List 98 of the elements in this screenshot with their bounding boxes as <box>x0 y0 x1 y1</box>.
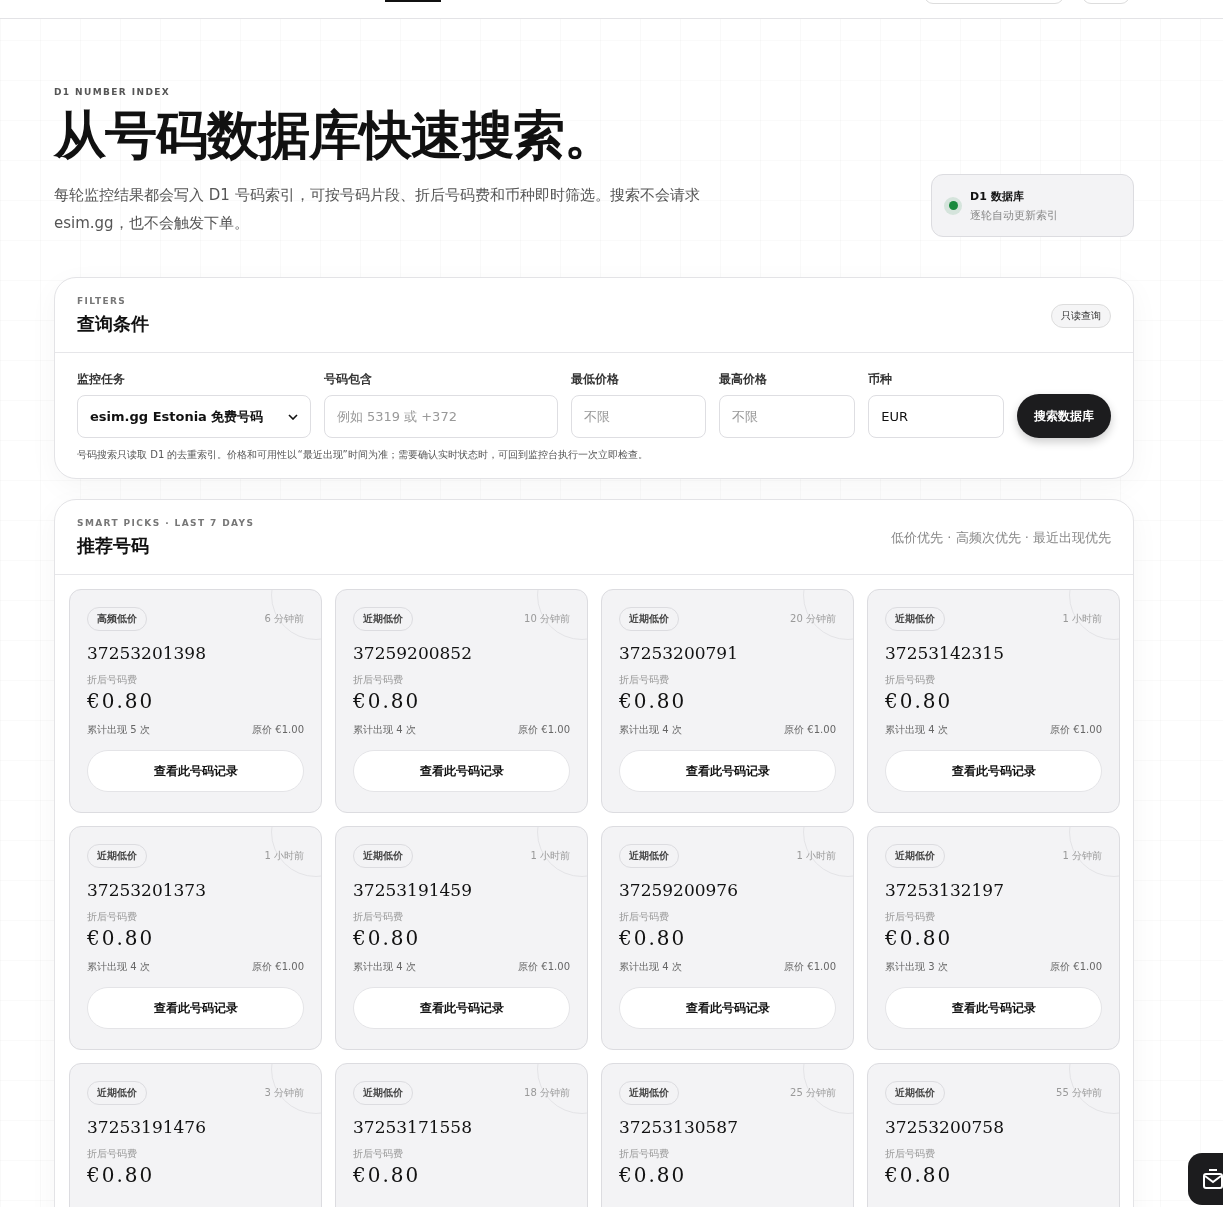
price: €0.80 <box>87 1163 156 1187</box>
price-label: 折后号码费 <box>353 673 404 687</box>
phone-number: 37253201373 <box>87 880 207 900</box>
time-ago: 10 分钟前 <box>524 612 570 626</box>
panel-title: 推荐号码 <box>77 534 150 558</box>
time-ago: 20 分钟前 <box>790 612 836 626</box>
occurrence-count: 累计出现 4 次 <box>87 960 150 974</box>
price: €0.80 <box>885 689 954 713</box>
nav-underline <box>385 0 441 2</box>
time-ago: 6 分钟前 <box>264 612 304 626</box>
price: €0.80 <box>87 689 156 713</box>
occurrence-count: 累计出现 5 次 <box>87 723 150 737</box>
input-field[interactable]: 例如 5319 或 +372 <box>323 395 558 438</box>
search-button[interactable]: 搜索数据库 <box>1017 394 1111 438</box>
time-ago: 1 分钟前 <box>1062 849 1102 863</box>
original-price: 原价 €1.00 <box>784 723 836 737</box>
panel-title: 查询条件 <box>77 312 149 336</box>
view-record-button[interactable]: 查看此号码记录 <box>619 750 836 792</box>
original-price: 原价 €1.00 <box>252 960 304 974</box>
occurrence-count: 累计出现 4 次 <box>353 960 416 974</box>
view-record-button[interactable]: 查看此号码记录 <box>885 987 1102 1029</box>
page-description: 每轮监控结果都会写入 D1 号码索引，可按号码片段、折后号码费和币种即时筛选。搜索不会请求 esim.gg，也不会触发下单。 <box>54 185 701 234</box>
price: €0.80 <box>885 926 954 950</box>
time-ago: 18 分钟前 <box>524 1086 570 1100</box>
time-ago: 25 分钟前 <box>790 1086 836 1100</box>
occurrence-count: 累计出现 4 次 <box>619 960 682 974</box>
phone-number: 37253132197 <box>885 880 1005 900</box>
search-hint: 号码搜索只读取 D1 的去重索引。价格和可用性以“最近出现”时间为准；需要确认实时状态时，可回到监控台执行一次立即检查。 <box>77 448 649 462</box>
view-record-button[interactable]: 查看此号码记录 <box>87 750 304 792</box>
occurrence-count: 累计出现 4 次 <box>353 723 416 737</box>
price-label: 折后号码费 <box>619 673 670 687</box>
time-ago: 1 小时前 <box>796 849 836 863</box>
view-record-button[interactable]: 查看此号码记录 <box>87 987 304 1029</box>
mail-icon <box>1202 1168 1223 1190</box>
view-record-button[interactable]: 查看此号码记录 <box>353 750 570 792</box>
sort-note: 低价优先 · 高频次优先 · 最近出现优先 <box>891 529 1111 547</box>
view-record-button[interactable]: 查看此号码记录 <box>885 750 1102 792</box>
time-ago: 1 小时前 <box>530 849 570 863</box>
price: €0.80 <box>619 689 688 713</box>
status-subtitle: 逐轮自动更新索引 <box>970 207 1058 223</box>
time-ago: 1 小时前 <box>264 849 304 863</box>
panel-eyebrow: FILTERS <box>77 296 128 306</box>
phone-number: 37259200852 <box>353 643 473 663</box>
price-label: 折后号码费 <box>353 1147 404 1161</box>
phone-number: 37253142315 <box>885 643 1005 663</box>
price: €0.80 <box>353 926 422 950</box>
field-label: 币种 <box>868 371 894 388</box>
phone-number: 37253200791 <box>619 643 739 663</box>
input-field[interactable]: 不限 <box>570 395 707 438</box>
field-label: 监控任务 <box>77 371 126 388</box>
price-label: 折后号码费 <box>885 910 936 924</box>
view-record-button[interactable]: 查看此号码记录 <box>619 987 836 1029</box>
occurrence-count: 累计出现 3 次 <box>885 960 948 974</box>
price: €0.80 <box>619 1163 688 1187</box>
section-eyebrow: D1 NUMBER INDEX <box>54 87 172 97</box>
original-price: 原价 €1.00 <box>784 960 836 974</box>
original-price: 原价 €1.00 <box>1050 960 1102 974</box>
price-label: 折后号码费 <box>87 673 138 687</box>
phone-number: 37253130587 <box>619 1117 739 1137</box>
time-ago: 1 小时前 <box>1062 612 1102 626</box>
task-select[interactable]: esim.gg Estonia 免费号码 <box>77 395 311 438</box>
price-label: 折后号码费 <box>885 673 936 687</box>
time-ago: 3 分钟前 <box>264 1086 304 1100</box>
input-field[interactable]: 不限 <box>719 395 856 438</box>
occurrence-count: 累计出现 4 次 <box>885 723 948 737</box>
original-price: 原价 €1.00 <box>1050 723 1102 737</box>
price: €0.80 <box>619 926 688 950</box>
price-label: 折后号码费 <box>87 1147 138 1161</box>
phone-number: 37259200976 <box>619 880 739 900</box>
original-price: 原价 €1.00 <box>252 723 304 737</box>
phone-number: 37253200758 <box>885 1117 1005 1137</box>
phone-number: 37253191459 <box>353 880 473 900</box>
status-title: D1 数据库 <box>970 188 1025 204</box>
price-label: 折后号码费 <box>87 910 138 924</box>
time-ago: 55 分钟前 <box>1056 1086 1102 1100</box>
page-title: 从号码数据库快速搜索。 <box>54 104 616 167</box>
price-label: 折后号码费 <box>619 1147 670 1161</box>
price-label: 折后号码费 <box>619 910 670 924</box>
field-label: 最低价格 <box>570 371 620 388</box>
view-record-button[interactable]: 查看此号码记录 <box>353 987 570 1029</box>
phone-number: 37253201398 <box>87 643 207 663</box>
chevron-down-icon <box>287 413 298 420</box>
phone-number: 37253171558 <box>353 1117 473 1137</box>
phone-number: 37253191476 <box>87 1117 207 1137</box>
price: €0.80 <box>353 689 422 713</box>
price: €0.80 <box>885 1163 954 1187</box>
price-label: 折后号码费 <box>885 1147 936 1161</box>
price: €0.80 <box>353 1163 422 1187</box>
price-label: 折后号码费 <box>353 910 404 924</box>
readonly-badge: 只读查询 <box>1051 304 1111 328</box>
price: €0.80 <box>87 926 156 950</box>
original-price: 原价 €1.00 <box>518 960 570 974</box>
original-price: 原价 €1.00 <box>518 723 570 737</box>
occurrence-count: 累计出现 4 次 <box>619 723 682 737</box>
field-label: 最高价格 <box>719 371 769 388</box>
panel-eyebrow: SMART PICKS · LAST 7 DAYS <box>77 518 255 528</box>
input-field[interactable]: EUR <box>868 395 1005 438</box>
field-label: 号码包含 <box>323 371 373 388</box>
